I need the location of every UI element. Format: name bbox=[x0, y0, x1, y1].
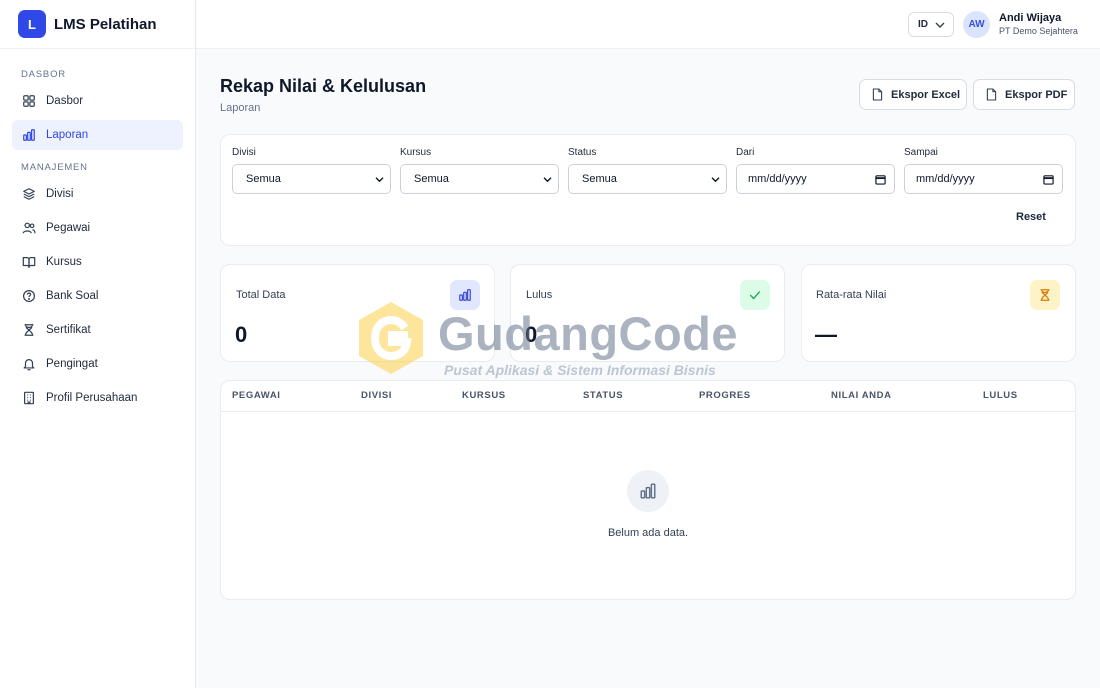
book-icon bbox=[22, 257, 36, 268]
hourglass-icon bbox=[1040, 289, 1050, 301]
calendar-icon[interactable] bbox=[875, 174, 886, 185]
column-header-status[interactable]: STATUS bbox=[583, 390, 623, 401]
sidebar-item-laporan[interactable]: Laporan bbox=[12, 120, 183, 150]
watermark-subtitle: Pusat Aplikasi & Sistem Informasi Bisnis bbox=[444, 362, 716, 378]
date-from-placeholder: mm/dd/yyyy bbox=[748, 173, 807, 185]
sidebar-item-label: Pegawai bbox=[46, 222, 91, 234]
status-select-value: Semua bbox=[582, 173, 617, 185]
brand[interactable]: L LMS Pelatihan bbox=[0, 0, 195, 49]
sidebar-item-sertifikat[interactable]: Sertifikat bbox=[12, 315, 183, 345]
stat-icon-rata-rata bbox=[1030, 280, 1060, 310]
building-icon bbox=[24, 391, 34, 405]
sidebar-item-divisi[interactable]: Divisi bbox=[12, 179, 183, 209]
sidebar: L LMS Pelatihan DASBOR Dasbor Laporan MA… bbox=[0, 0, 196, 688]
export-pdf-button[interactable]: Ekspor PDF bbox=[973, 79, 1075, 110]
watermark-logo-icon bbox=[359, 302, 423, 374]
page-title: Rekap Nilai & Kelulusan bbox=[220, 76, 427, 96]
empty-state-icon bbox=[627, 470, 669, 512]
sidebar-item-bank-soal[interactable]: Bank Soal bbox=[12, 281, 183, 311]
column-header-divisi[interactable]: DIVISI bbox=[361, 390, 392, 401]
kursus-select-value: Semua bbox=[414, 173, 449, 185]
sidebar-item-label: Laporan bbox=[46, 129, 89, 141]
user-name: Andi Wijaya bbox=[999, 12, 1062, 24]
chevron-down-icon bbox=[935, 22, 945, 28]
bell-icon bbox=[23, 359, 35, 371]
language-select[interactable]: ID bbox=[908, 12, 954, 37]
bar-chart-icon bbox=[459, 289, 471, 301]
file-icon bbox=[872, 88, 883, 101]
column-header-nilai-anda[interactable]: NILAI ANDA bbox=[831, 390, 892, 401]
stat-label-total: Total Data bbox=[236, 289, 286, 301]
bar-chart-icon bbox=[640, 483, 656, 499]
column-header-lulus[interactable]: LULUS bbox=[983, 390, 1018, 401]
brand-logo: L bbox=[18, 10, 46, 38]
sidebar-item-label: Dasbor bbox=[46, 95, 84, 107]
bar-chart-icon bbox=[23, 129, 35, 141]
language-value: ID bbox=[918, 19, 928, 30]
calendar-icon[interactable] bbox=[1043, 174, 1054, 185]
filter-label-kursus: Kursus bbox=[400, 147, 432, 158]
sidebar-item-label: Profil Perusahaan bbox=[46, 392, 138, 404]
user-company: PT Demo Sejahtera bbox=[999, 26, 1078, 36]
brand-name: LMS Pelatihan bbox=[54, 15, 157, 33]
sidebar-item-label: Pengingat bbox=[46, 358, 98, 370]
grid-icon bbox=[23, 95, 35, 107]
date-to-placeholder: mm/dd/yyyy bbox=[916, 173, 975, 185]
stat-icon-lulus bbox=[740, 280, 770, 310]
sidebar-item-label: Bank Soal bbox=[46, 290, 99, 302]
status-select[interactable]: Semua bbox=[568, 164, 727, 194]
date-from-input[interactable]: mm/dd/yyyy bbox=[736, 164, 895, 194]
sidebar-item-label: Divisi bbox=[46, 188, 74, 200]
stat-label-lulus: Lulus bbox=[526, 289, 553, 301]
chevron-down-icon bbox=[543, 177, 552, 183]
filter-label-dari: Dari bbox=[736, 147, 755, 158]
filter-label-status: Status bbox=[568, 147, 597, 158]
filter-label-divisi: Divisi bbox=[232, 147, 256, 158]
sidebar-item-label: Sertifikat bbox=[46, 324, 91, 336]
date-to-input[interactable]: mm/dd/yyyy bbox=[904, 164, 1063, 194]
stat-card-rata-rata bbox=[801, 264, 1076, 362]
users-icon bbox=[22, 222, 36, 234]
question-circle-icon bbox=[22, 289, 36, 303]
divisi-select-value: Semua bbox=[246, 173, 281, 185]
avatar[interactable]: AW bbox=[963, 11, 990, 38]
sidebar-item-pengingat[interactable]: Pengingat bbox=[12, 349, 183, 379]
watermark-title: GudangCode bbox=[438, 307, 739, 360]
reset-button[interactable]: Reset bbox=[1016, 211, 1046, 223]
column-header-pegawai[interactable]: PEGAWAI bbox=[232, 390, 281, 401]
sidebar-item-label: Kursus bbox=[46, 256, 82, 268]
column-header-progres[interactable]: PROGRES bbox=[699, 390, 751, 401]
nav-section-manajemen: MANAJEMEN bbox=[21, 162, 88, 173]
sidebar-item-kursus[interactable]: Kursus bbox=[12, 247, 183, 277]
check-icon bbox=[749, 291, 761, 300]
export-pdf-label: Ekspor PDF bbox=[1005, 88, 1068, 101]
export-excel-label: Ekspor Excel bbox=[891, 88, 961, 101]
sidebar-item-profil-perusahaan[interactable]: Profil Perusahaan bbox=[12, 383, 183, 413]
chevron-down-icon bbox=[375, 177, 384, 183]
export-excel-button[interactable]: Ekspor Excel bbox=[859, 79, 967, 110]
sidebar-item-pegawai[interactable]: Pegawai bbox=[12, 213, 183, 243]
stat-label-rata-rata: Rata-rata Nilai bbox=[816, 289, 887, 301]
divisi-select[interactable]: Semua bbox=[232, 164, 391, 194]
breadcrumb: Laporan bbox=[220, 102, 261, 114]
layers-icon bbox=[23, 188, 35, 200]
file-icon bbox=[986, 88, 997, 101]
hourglass-icon bbox=[24, 324, 34, 336]
sidebar-item-dasbor[interactable]: Dasbor bbox=[12, 86, 183, 116]
table-header-divider bbox=[221, 411, 1075, 412]
column-header-kursus[interactable]: KURSUS bbox=[462, 390, 506, 401]
chevron-down-icon bbox=[711, 177, 720, 183]
stat-value-total: 0 bbox=[235, 322, 248, 347]
empty-state-text: Belum ada data. bbox=[607, 527, 689, 539]
topbar: ID AW Andi Wijaya PT Demo Sejahtera bbox=[196, 0, 1100, 49]
kursus-select[interactable]: Semua bbox=[400, 164, 559, 194]
stat-value-rata-rata: — bbox=[815, 322, 837, 347]
nav-section-dasbor: DASBOR bbox=[21, 69, 66, 80]
filter-label-sampai: Sampai bbox=[904, 147, 938, 158]
